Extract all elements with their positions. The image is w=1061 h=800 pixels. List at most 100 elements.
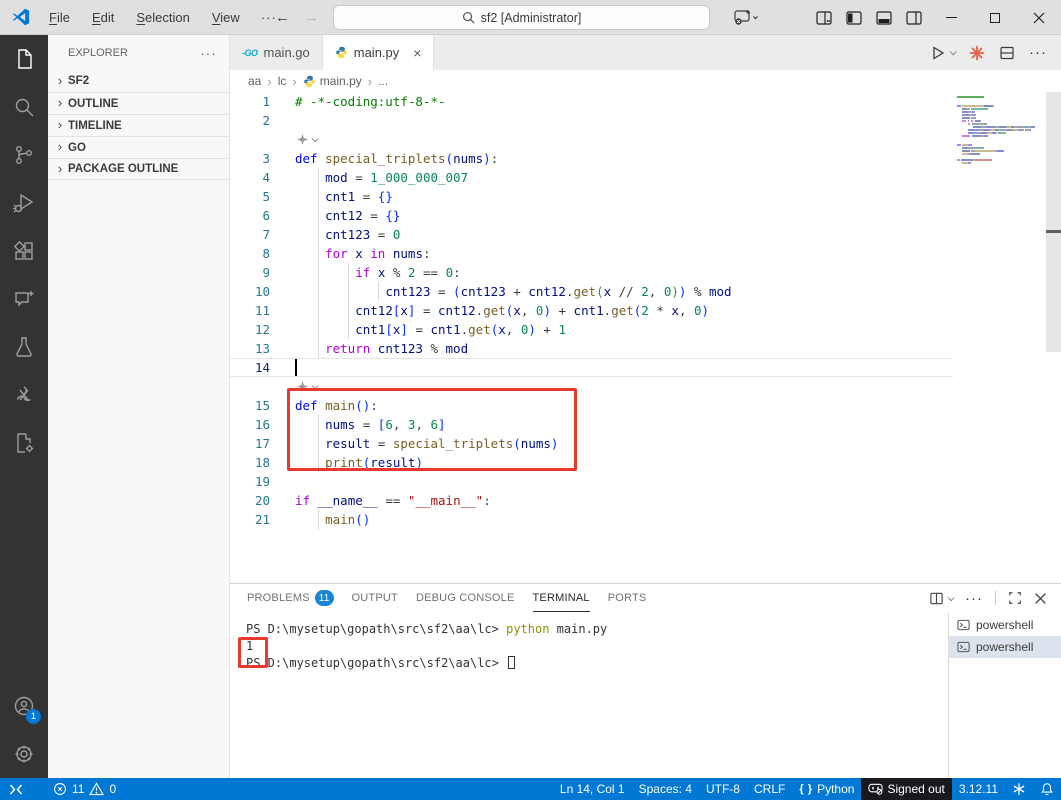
code-line[interactable]: 7 cnt123 = 0 [230, 225, 1061, 244]
line-number: 14 [254, 360, 270, 375]
toggle-secondary-sidebar-icon[interactable] [899, 0, 929, 35]
breadcrumb-item[interactable]: ... [378, 74, 388, 88]
split-editor-icon[interactable] [999, 45, 1015, 61]
code-line[interactable]: 20 if __name__ == "__main__": [230, 491, 1061, 510]
line-number: 21 [254, 512, 270, 527]
code-line[interactable]: 15 def main(): [230, 396, 1061, 415]
encoding[interactable]: UTF-8 [699, 778, 747, 800]
extension-swirl-status-icon[interactable] [1005, 778, 1033, 800]
panel-tab-ports[interactable]: PORTS [608, 584, 647, 612]
problems-status[interactable]: 11 0 [46, 778, 123, 800]
notifications-bell-icon[interactable] [1033, 778, 1061, 800]
code-editor[interactable]: 1 # -*-coding:utf-8-*- 2 3 def special_tripl… [230, 92, 1061, 583]
editor-more-actions-icon[interactable]: ··· [1029, 44, 1047, 61]
text-cursor [295, 359, 297, 376]
panel-tab-output[interactable]: OUTPUT [352, 584, 398, 612]
sidebar-section-outline[interactable]: › OUTLINE [48, 92, 229, 114]
window-minimize-button[interactable] [929, 0, 973, 35]
menu-view[interactable]: View [201, 10, 251, 25]
activity-extensions-icon[interactable] [0, 227, 48, 275]
code-line[interactable]: 5 cnt1 = {} [230, 187, 1061, 206]
tab-main.py[interactable]: main.py × [322, 35, 435, 70]
activity-file-settings-icon[interactable] [0, 419, 48, 467]
code-runner-spark-icon[interactable] [969, 45, 985, 61]
activity-explorer-icon[interactable] [0, 35, 48, 83]
code-line[interactable]: 19 [230, 472, 1061, 491]
activity-search-icon[interactable] [0, 83, 48, 131]
close-tab-icon[interactable]: × [413, 45, 421, 61]
sidebar-section-package-outline[interactable]: › PACKAGE OUTLINE [48, 158, 229, 180]
code-line[interactable]: 21 main() [230, 510, 1061, 529]
copilot-menu-icon[interactable] [723, 0, 767, 35]
close-panel-icon[interactable] [1034, 592, 1047, 605]
menu-selection[interactable]: Selection [125, 10, 200, 25]
panel-tab-debug-console[interactable]: DEBUG CONSOLE [416, 584, 515, 612]
code-line[interactable]: 2 [230, 111, 1061, 130]
python-version[interactable]: 3.12.11 [952, 778, 1005, 800]
copilot-signin-status[interactable]: Signed out [861, 778, 952, 800]
activity-source-control-icon[interactable] [0, 131, 48, 179]
split-terminal-icon[interactable] [929, 591, 955, 606]
account-icon[interactable]: 1 [0, 682, 48, 730]
eol-sequence[interactable]: CRLF [747, 778, 792, 800]
activity-copilot-chat-icon[interactable] [0, 275, 48, 323]
code-line[interactable]: 16 nums = [6, 3, 6] [230, 415, 1061, 434]
vscode-logo-icon [12, 8, 30, 26]
cursor-position[interactable]: Ln 14, Col 1 [553, 778, 632, 800]
window-close-button[interactable] [1017, 0, 1061, 35]
tab-main.go[interactable]: -GO main.go [230, 35, 323, 70]
code-line[interactable]: 13 return cnt123 % mod [230, 339, 1061, 358]
window-maximize-button[interactable] [973, 0, 1017, 35]
code-line[interactable]: 3 def special_triplets(nums): [230, 149, 1061, 168]
toggle-primary-sidebar-icon[interactable] [839, 0, 869, 35]
code-line[interactable]: 18 print(result) [230, 453, 1061, 472]
panel-tab-problems[interactable]: PROBLEMS 11 [247, 584, 334, 612]
breadcrumb-item[interactable]: lc [278, 74, 287, 88]
settings-gear-icon[interactable] [0, 730, 48, 778]
code-line[interactable]: 17 result = special_triplets(nums) [230, 434, 1061, 453]
nav-back-icon[interactable]: ← [275, 9, 290, 26]
copilot-codelens-icon [297, 134, 319, 145]
language-mode[interactable]: { } Python [792, 778, 861, 800]
explorer-more-actions-icon[interactable]: ··· [200, 45, 217, 61]
breadcrumb-item[interactable]: main.py [303, 74, 362, 88]
code-line[interactable]: 1 # -*-coding:utf-8-*- [230, 92, 1061, 111]
remote-indicator[interactable] [0, 778, 32, 800]
command-center-search[interactable]: sf2 [Administrator] [333, 5, 710, 30]
menu-file[interactable]: File [38, 10, 81, 25]
code-line[interactable]: 4 mod = 1_000_000_007 [230, 168, 1061, 187]
code-line[interactable]: 12 cnt1[x] = cnt1.get(x, 0) + 1 [230, 320, 1061, 339]
editor-scrollbar[interactable] [1046, 92, 1061, 583]
activity-extension-swirl-icon[interactable] [0, 371, 48, 419]
minimap[interactable] [955, 96, 1043, 165]
terminal-list-item[interactable]: powershell [949, 614, 1061, 636]
code-line[interactable]: 14 [230, 358, 1061, 377]
indentation[interactable]: Spaces: 4 [632, 778, 699, 800]
terminal-icon [957, 619, 970, 631]
panel-more-actions-icon[interactable]: ··· [965, 590, 983, 607]
breadcrumb-item[interactable]: aa [248, 74, 261, 88]
code-line[interactable]: 11 cnt12[x] = cnt12.get(x, 0) + cnt1.get… [230, 301, 1061, 320]
maximize-panel-icon[interactable] [1008, 591, 1022, 605]
sidebar-section-sf2[interactable]: › SF2 [48, 70, 229, 92]
code-line[interactable]: 9 if x % 2 == 0: [230, 263, 1061, 282]
activity-run-debug-icon[interactable] [0, 179, 48, 227]
toggle-panel-icon[interactable] [869, 0, 899, 35]
customize-layout-icon[interactable] [809, 0, 839, 35]
run-python-file-button[interactable] [930, 45, 957, 61]
code-line[interactable]: 8 for x in nums: [230, 244, 1061, 263]
search-text: sf2 [Administrator] [480, 10, 582, 25]
codelens-row[interactable] [230, 130, 1061, 149]
codelens-row[interactable] [230, 377, 1061, 396]
line-number: 6 [262, 208, 270, 223]
terminal-output[interactable]: PS D:\mysetup\gopath\src\sf2\aa\lc> pyth… [230, 612, 947, 778]
sidebar-section-timeline[interactable]: › TIMELINE [48, 114, 229, 136]
code-line[interactable]: 10 cnt123 = (cnt123 + cnt12.get(x // 2, … [230, 282, 1061, 301]
menu-edit[interactable]: Edit [81, 10, 125, 25]
nav-forward-icon[interactable]: → [304, 9, 319, 26]
code-line[interactable]: 6 cnt12 = {} [230, 206, 1061, 225]
activity-testing-icon[interactable] [0, 323, 48, 371]
panel-tab-terminal[interactable]: TERMINAL [532, 584, 590, 612]
terminal-list-item[interactable]: powershell [949, 636, 1061, 658]
sidebar-section-go[interactable]: › GO [48, 136, 229, 158]
